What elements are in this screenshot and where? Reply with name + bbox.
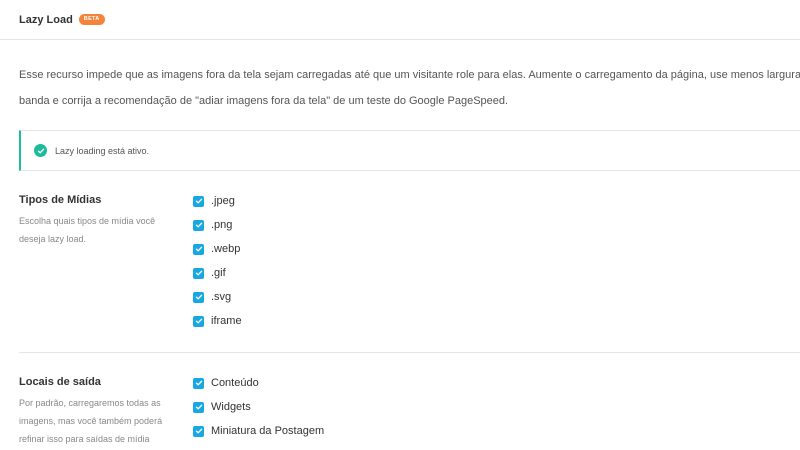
feature-description: Esse recurso impede que as imagens fora … [19, 62, 800, 114]
media-types-options: .jpeg .png .webp .gif .svg iframe [193, 189, 242, 333]
option-label: .webp [211, 243, 241, 255]
checkbox-checked-icon[interactable] [193, 425, 204, 437]
checkbox-checked-icon[interactable] [193, 401, 204, 413]
checkbox-checked-icon[interactable] [193, 315, 204, 327]
option-jpeg[interactable]: .jpeg [193, 189, 242, 213]
status-notice: Lazy loading está ativo. [19, 130, 800, 171]
checkbox-checked-icon[interactable] [193, 219, 204, 231]
description-line-1: Esse recurso impede que as imagens fora … [19, 69, 800, 81]
option-label: .svg [211, 291, 232, 303]
option-label: .jpeg [211, 195, 235, 207]
beta-badge: BETA [78, 14, 105, 25]
checkbox-checked-icon[interactable] [193, 291, 204, 303]
output-locations-section: Locais de saída Por padrão, carregaremos… [19, 376, 800, 448]
checkbox-checked-icon[interactable] [193, 267, 204, 279]
status-notice-text: Lazy loading está ativo. [55, 145, 150, 156]
output-locations-title: Locais de saída [19, 376, 101, 388]
option-label: .gif [211, 267, 226, 279]
option-svg[interactable]: .svg [193, 285, 242, 309]
option-label: Widgets [211, 401, 251, 413]
option-label: iframe [211, 315, 242, 327]
description-line-2: banda e corrija a recomendação de "adiar… [19, 95, 509, 107]
option-webp[interactable]: .webp [193, 237, 242, 261]
media-types-title: Tipos de Mídias [19, 194, 102, 206]
output-locations-options: Conteúdo Widgets Miniatura da Postagem [193, 371, 324, 443]
page-title: Lazy Load [19, 13, 73, 26]
option-gif[interactable]: .gif [193, 261, 242, 285]
option-conteudo[interactable]: Conteúdo [193, 371, 324, 395]
option-label: Miniatura da Postagem [211, 425, 325, 437]
checkbox-checked-icon[interactable] [193, 243, 204, 255]
media-types-description: Escolha quais tipos de mídia você deseja… [19, 216, 156, 244]
checkbox-checked-icon[interactable] [193, 195, 204, 207]
page-header: Lazy Load BETA [0, 0, 800, 40]
option-widgets[interactable]: Widgets [193, 395, 324, 419]
option-iframe[interactable]: iframe [193, 309, 242, 333]
option-png[interactable]: .png [193, 213, 242, 237]
option-label: .png [211, 219, 233, 231]
output-locations-description: Por padrão, carregaremos todas as imagen… [19, 398, 163, 444]
checkbox-checked-icon[interactable] [193, 377, 204, 389]
option-miniatura[interactable]: Miniatura da Postagem [193, 419, 324, 443]
option-label: Conteúdo [211, 377, 259, 389]
media-types-section: Tipos de Mídias Escolha quais tipos de m… [19, 194, 800, 327]
check-circle-icon [34, 144, 47, 157]
section-divider [19, 352, 800, 353]
